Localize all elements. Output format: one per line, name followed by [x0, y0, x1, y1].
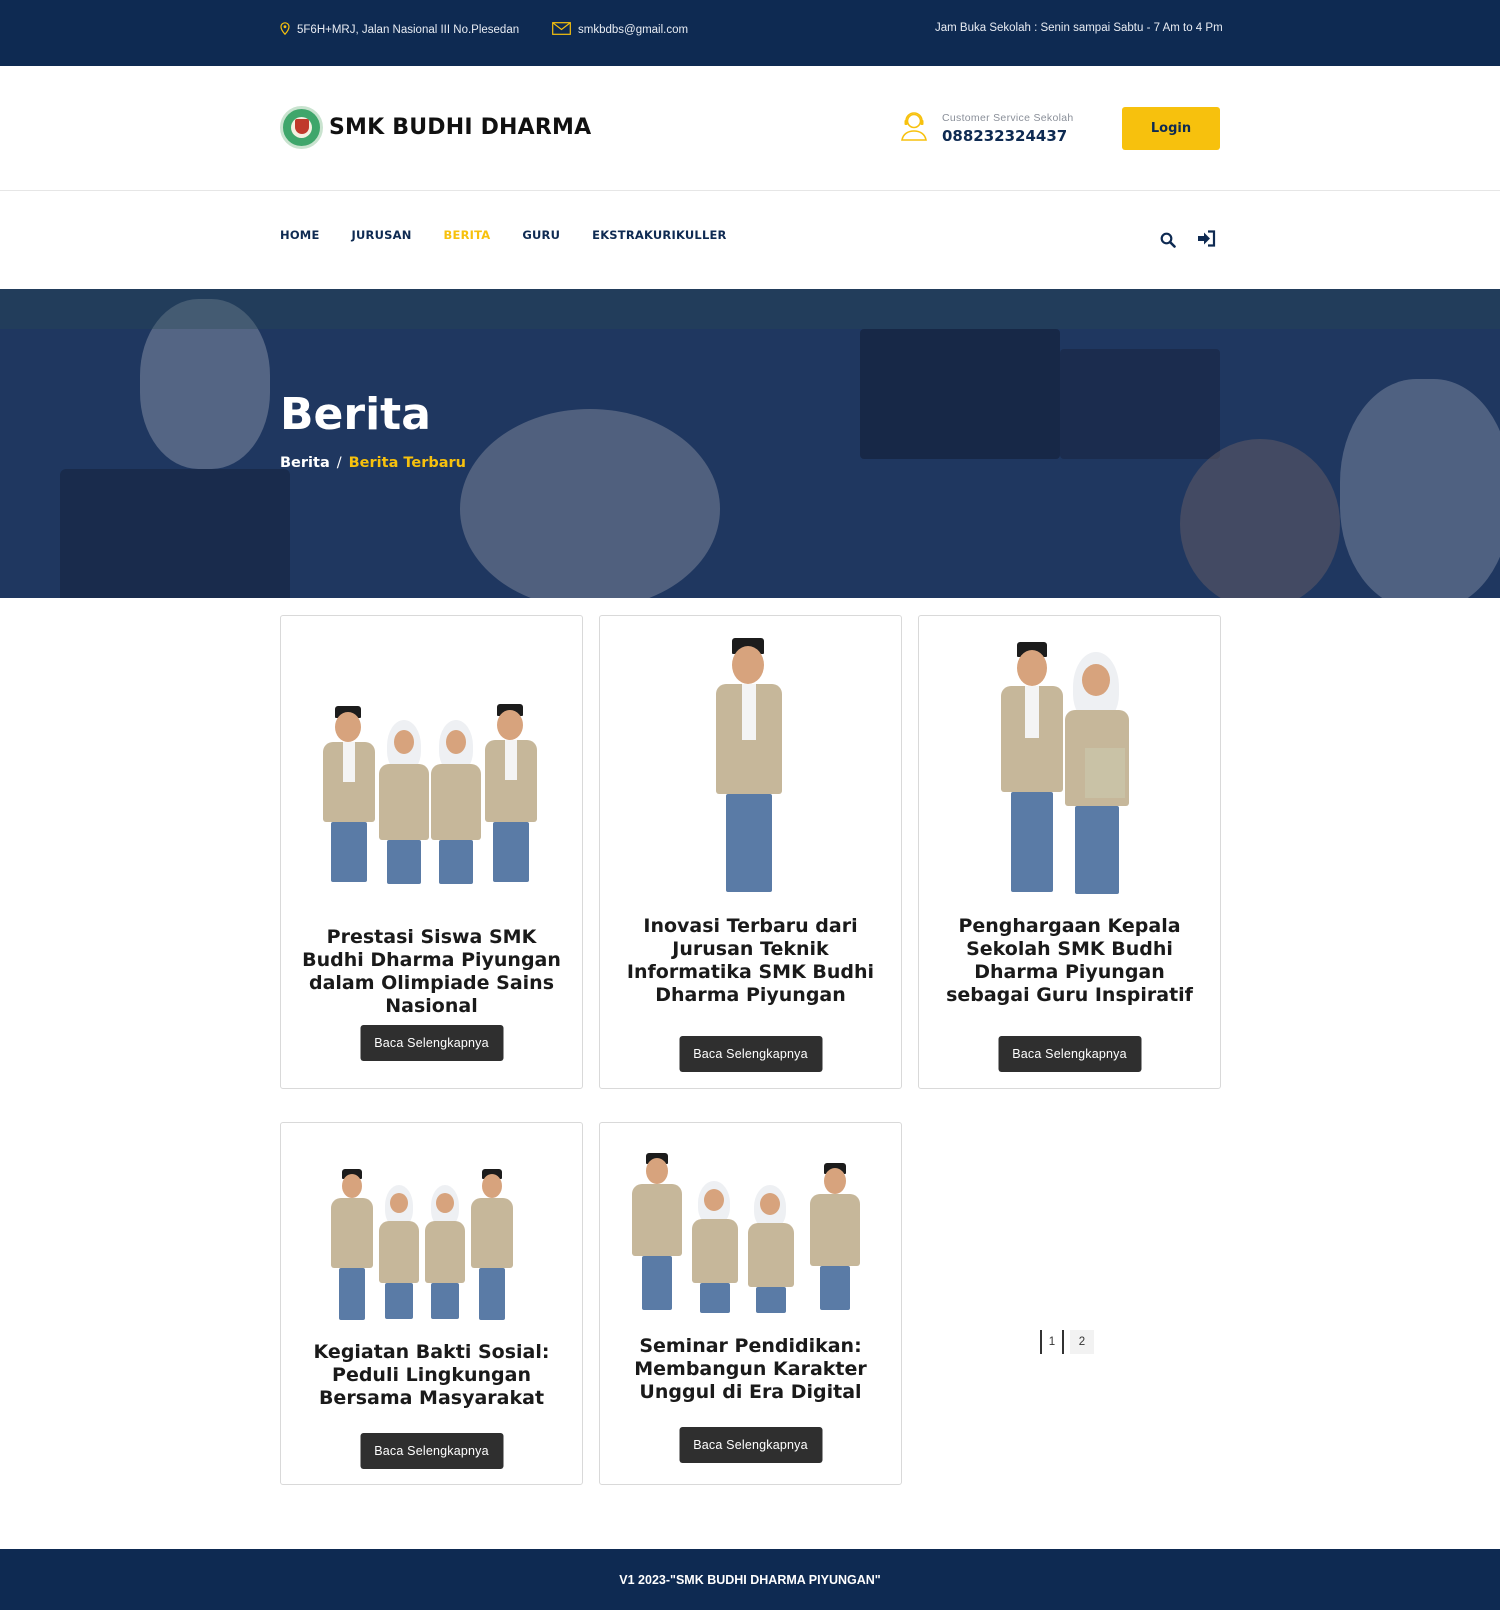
top-bar: 5F6H+MRJ, Jalan Nasional III No.Plesedan… — [0, 0, 1500, 66]
nav-item-ekstrakurikuller[interactable]: EKSTRAKURIKULLER — [592, 228, 726, 242]
nav-item-jurusan[interactable]: JURUSAN — [352, 228, 412, 242]
sign-in-icon[interactable] — [1197, 230, 1216, 252]
site-logo[interactable]: SMK BUDHI DHARMA — [280, 106, 591, 149]
card-title[interactable]: Kegiatan Bakti Sosial: Peduli Lingkungan… — [295, 1341, 568, 1410]
site-footer: V1 2023-"SMK BUDHI DHARMA PIYUNGAN" — [0, 1549, 1500, 1610]
nav-item-guru[interactable]: GURU — [522, 228, 560, 242]
map-pin-icon — [280, 22, 290, 38]
breadcrumb-separator: / — [336, 455, 342, 471]
login-button[interactable]: Login — [1122, 107, 1220, 150]
address-info: 5F6H+MRJ, Jalan Nasional III No.Plesedan — [280, 22, 519, 38]
card-title[interactable]: Seminar Pendidikan: Membangun Karakter U… — [614, 1335, 887, 1404]
read-more-button[interactable]: Baca Selengkapnya — [360, 1433, 503, 1469]
students-group-photo — [281, 686, 582, 896]
page-1-button[interactable]: 1 — [1040, 1330, 1064, 1354]
student-photo — [600, 636, 901, 898]
card-title[interactable]: Inovasi Terbaru dari Jurusan Teknik Info… — [614, 915, 887, 1007]
breadcrumb-root[interactable]: Berita — [280, 455, 330, 471]
customer-service: Customer Service Sekolah 088232324437 — [898, 110, 1074, 147]
search-icon[interactable] — [1160, 232, 1176, 253]
news-card: Penghargaan Kepala Sekolah SMK Budhi Dha… — [918, 615, 1221, 1089]
students-greeting-photo — [281, 1163, 582, 1323]
email-info[interactable]: smkbdbs@gmail.com — [552, 22, 688, 38]
card-title[interactable]: Penghargaan Kepala Sekolah SMK Budhi Dha… — [933, 915, 1206, 1007]
headset-user-icon — [898, 110, 930, 147]
students-seminar-photo — [600, 1153, 901, 1315]
hours-text: Jam Buka Sekolah : Senin sampai Sabtu - … — [935, 22, 1223, 34]
email-text[interactable]: smkbdbs@gmail.com — [578, 24, 688, 36]
read-more-button[interactable]: Baca Selengkapnya — [998, 1036, 1141, 1072]
news-card: Prestasi Siswa SMK Budhi Dharma Piyungan… — [280, 615, 583, 1089]
footer-text: V1 2023-"SMK BUDHI DHARMA PIYUNGAN" — [619, 1572, 881, 1587]
cs-phone[interactable]: 088232324437 — [942, 127, 1074, 145]
school-name: SMK BUDHI DHARMA — [329, 115, 592, 140]
read-more-button[interactable]: Baca Selengkapnya — [360, 1025, 503, 1061]
news-card: Inovasi Terbaru dari Jurusan Teknik Info… — [599, 615, 902, 1089]
news-card: Kegiatan Bakti Sosial: Peduli Lingkungan… — [280, 1122, 583, 1485]
address-text: 5F6H+MRJ, Jalan Nasional III No.Plesedan — [297, 24, 520, 36]
page-banner: Berita Berita / Berita Terbaru — [0, 289, 1500, 598]
page-2-button[interactable]: 2 — [1070, 1330, 1094, 1354]
principal-students-photo — [919, 640, 1220, 898]
main-nav: HOME JURUSAN BERITA GURU EKSTRAKURIKULLE… — [0, 192, 1500, 289]
mail-icon — [552, 22, 571, 38]
pagination: 1 2 — [1040, 1330, 1094, 1354]
news-card: Seminar Pendidikan: Membangun Karakter U… — [599, 1122, 902, 1485]
cs-label: Customer Service Sekolah — [942, 112, 1074, 124]
nav-item-home[interactable]: HOME — [280, 228, 320, 242]
nav-item-berita[interactable]: BERITA — [444, 228, 491, 242]
site-header: SMK BUDHI DHARMA Customer Service Sekola… — [0, 66, 1500, 191]
read-more-button[interactable]: Baca Selengkapnya — [679, 1427, 822, 1463]
card-title[interactable]: Prestasi Siswa SMK Budhi Dharma Piyungan… — [295, 926, 568, 1018]
page-title: Berita — [280, 389, 431, 440]
school-seal-logo — [280, 106, 323, 149]
breadcrumb-current: Berita Terbaru — [348, 455, 466, 471]
hours-info: Jam Buka Sekolah : Senin sampai Sabtu - … — [935, 22, 1223, 34]
breadcrumb: Berita / Berita Terbaru — [280, 455, 466, 471]
read-more-button[interactable]: Baca Selengkapnya — [679, 1036, 822, 1072]
